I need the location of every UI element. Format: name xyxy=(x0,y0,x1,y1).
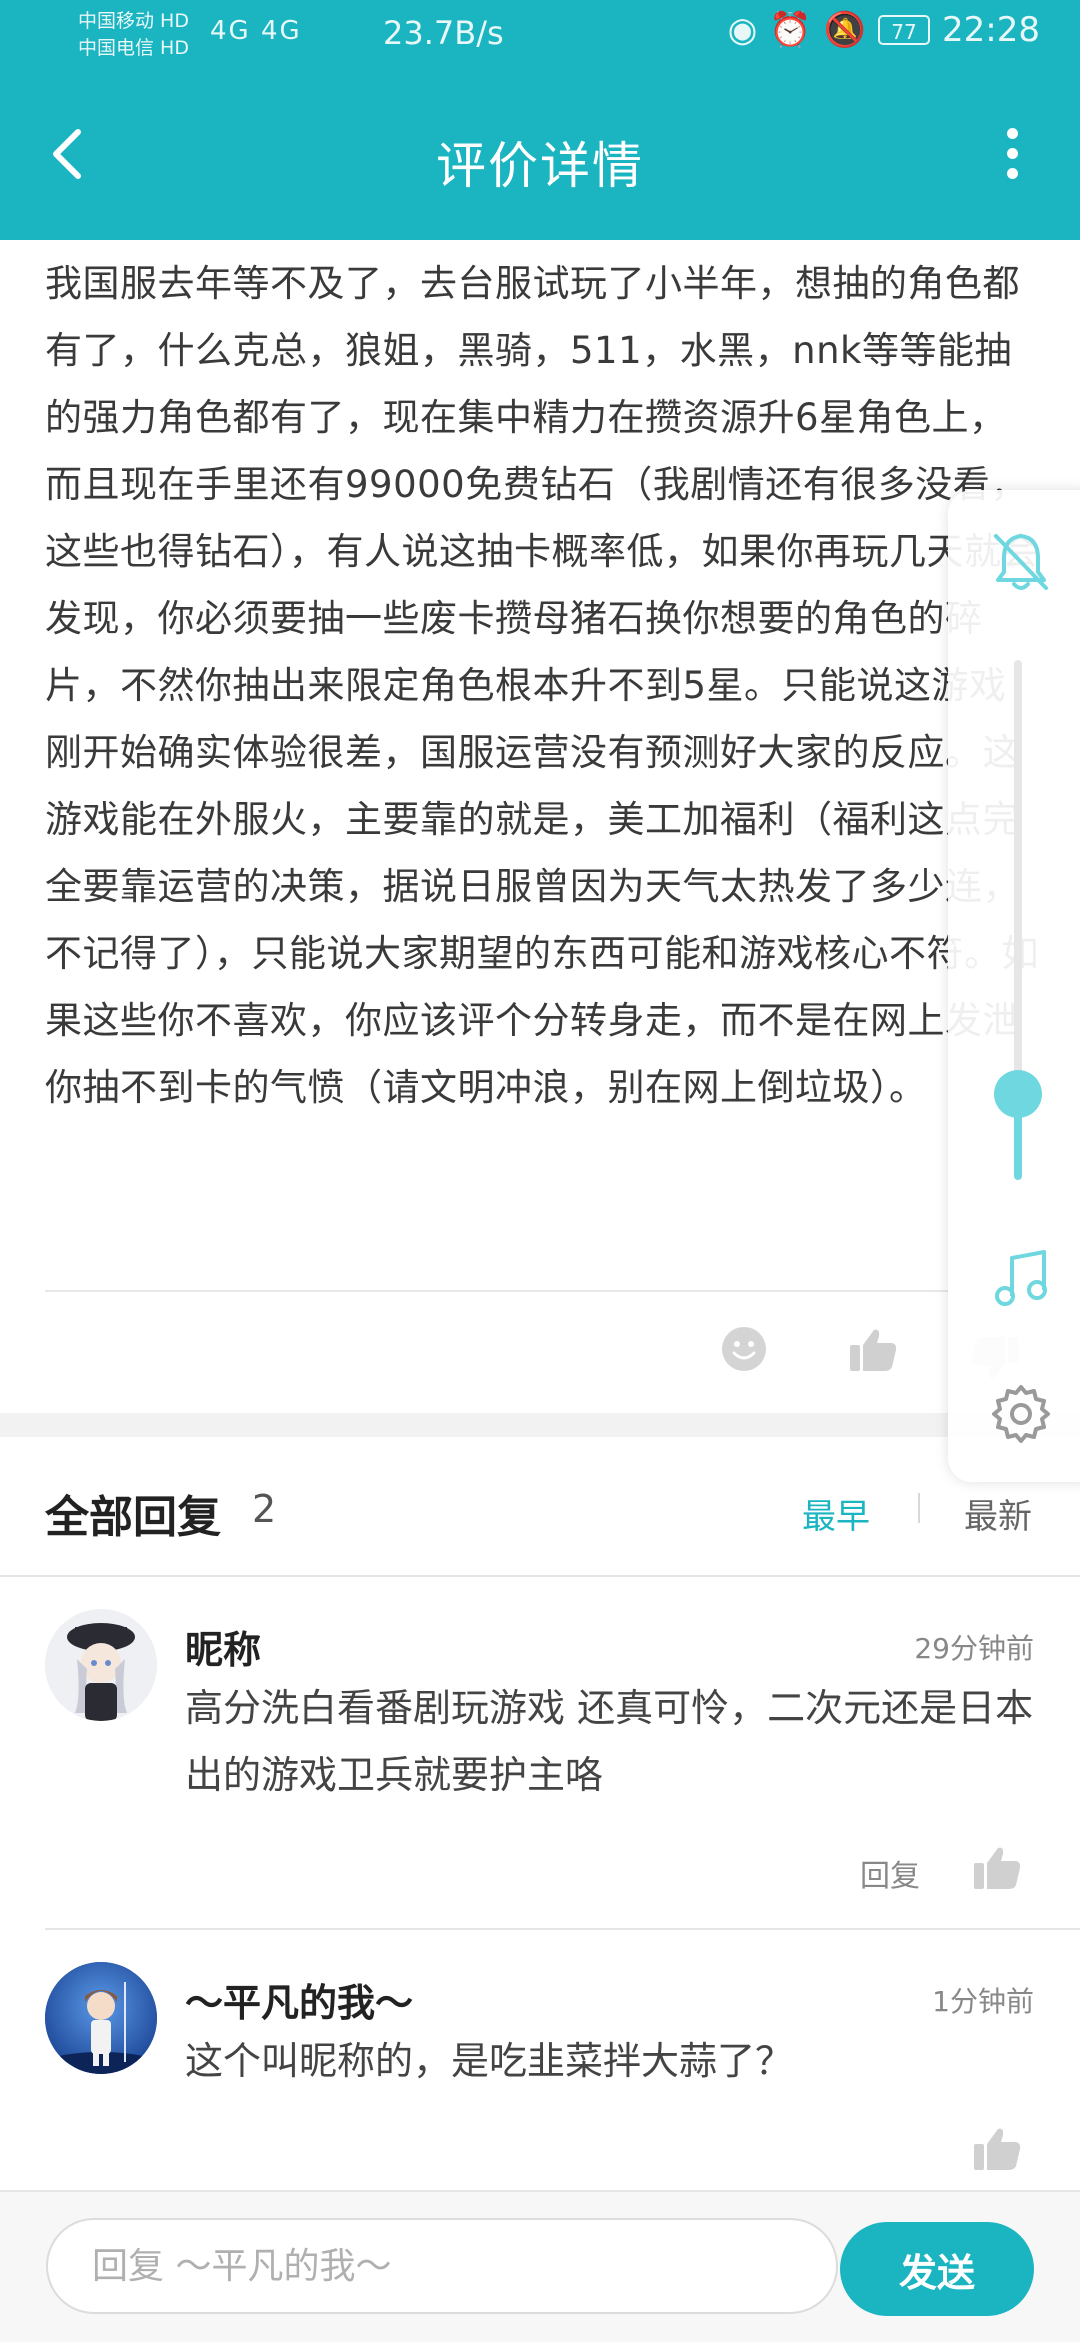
comment-like-button[interactable] xyxy=(972,2126,1022,2172)
like-button[interactable] xyxy=(848,1327,898,1373)
thumbs-up-icon xyxy=(974,1847,1021,1889)
alarm-icon: ⏰ xyxy=(769,10,812,50)
comment-text: 这个叫昵称的，是吃韭菜拌大蒜了？ xyxy=(185,2039,794,2083)
thumbs-up-icon xyxy=(974,2128,1021,2170)
more-button[interactable] xyxy=(1004,128,1020,180)
carrier-1: 中国移动 HD xyxy=(78,10,189,32)
comment-time: 1分钟前 xyxy=(932,1985,1034,2018)
page-title: 评价详情 xyxy=(436,137,644,195)
replies-header: 全部回复 2 最早 最新 xyxy=(0,1437,1080,1575)
eye-icon: ◉ xyxy=(727,10,758,50)
smiley-icon xyxy=(722,1327,766,1371)
avatar-image xyxy=(45,1962,157,2074)
replies-title: 全部回复 xyxy=(45,1492,221,1543)
reply-input[interactable] xyxy=(46,2218,838,2314)
replies-count: 2 xyxy=(252,1487,277,1531)
net-speed: 23.7B/s xyxy=(383,14,504,52)
comment-time: 29分钟前 xyxy=(914,1632,1034,1665)
carrier-info: 中国移动 HD 中国电信 HD xyxy=(78,8,189,62)
review-text: 我国服去年等不及了，去台服试玩了小半年，想抽的角色都有了，什么克总，狼姐，黑骑，… xyxy=(45,262,1039,1109)
app-bar: 评价详情 xyxy=(0,72,1080,240)
carrier-2: 中国电信 HD xyxy=(78,37,189,59)
bell-off-button[interactable] xyxy=(990,530,1052,594)
comment-author[interactable]: 昵称 xyxy=(185,1619,261,1674)
comment-item: ～平凡的我～ 1分钟前 这个叫昵称的，是吃韭菜拌大蒜了？ xyxy=(0,1930,1080,2190)
gear-icon xyxy=(992,1385,1050,1443)
avatar-image xyxy=(45,1609,157,1721)
sort-earliest-tab[interactable]: 最早 xyxy=(802,1489,870,1538)
comment-author[interactable]: ～平凡的我～ xyxy=(185,1972,413,2027)
avatar[interactable] xyxy=(45,1962,157,2074)
floating-toolbar xyxy=(948,490,1080,1482)
comment-like-button[interactable] xyxy=(972,1845,1022,1891)
reply-input-bar: 发送 xyxy=(0,2190,1080,2342)
send-button[interactable]: 发送 xyxy=(840,2222,1034,2316)
emoji-button[interactable] xyxy=(720,1325,768,1373)
signal-icon: 4G 4G xyxy=(210,16,302,46)
thumbs-up-icon xyxy=(850,1329,897,1371)
sort-divider xyxy=(918,1493,920,1523)
brightness-slider-handle[interactable] xyxy=(994,1070,1042,1118)
music-button[interactable] xyxy=(990,1246,1052,1308)
sort-latest-tab[interactable]: 最新 xyxy=(964,1489,1032,1538)
settings-button[interactable] xyxy=(990,1383,1052,1445)
status-bar: 中国移动 HD 中国电信 HD 4G 4G 23.7B/s ◉ ⏰ 🔕 77 2… xyxy=(0,0,1080,72)
battery-icon: 77 xyxy=(878,15,931,45)
bell-off-icon xyxy=(994,534,1048,590)
section-gap xyxy=(0,1413,1080,1437)
avatar[interactable] xyxy=(45,1609,157,1721)
more-vertical-icon xyxy=(1004,128,1020,179)
divider xyxy=(45,1290,1035,1292)
comment-item: 昵称 29分钟前 高分洗白看番剧玩游戏 还真可怜，二次元还是日本出的游戏卫兵就要… xyxy=(0,1577,1080,1927)
clock: 22:28 xyxy=(942,10,1040,50)
mute-icon: 🔕 xyxy=(823,10,867,50)
comment-text: 高分洗白看番剧玩游戏 还真可怜，二次元还是日本出的游戏卫兵就要护主咯 xyxy=(185,1686,1034,1797)
reply-button[interactable]: 回复 xyxy=(860,1851,920,1895)
status-icons: ◉ ⏰ 🔕 77 22:28 xyxy=(728,10,1040,50)
review-actions xyxy=(0,1325,1080,1385)
music-note-icon xyxy=(995,1250,1047,1306)
